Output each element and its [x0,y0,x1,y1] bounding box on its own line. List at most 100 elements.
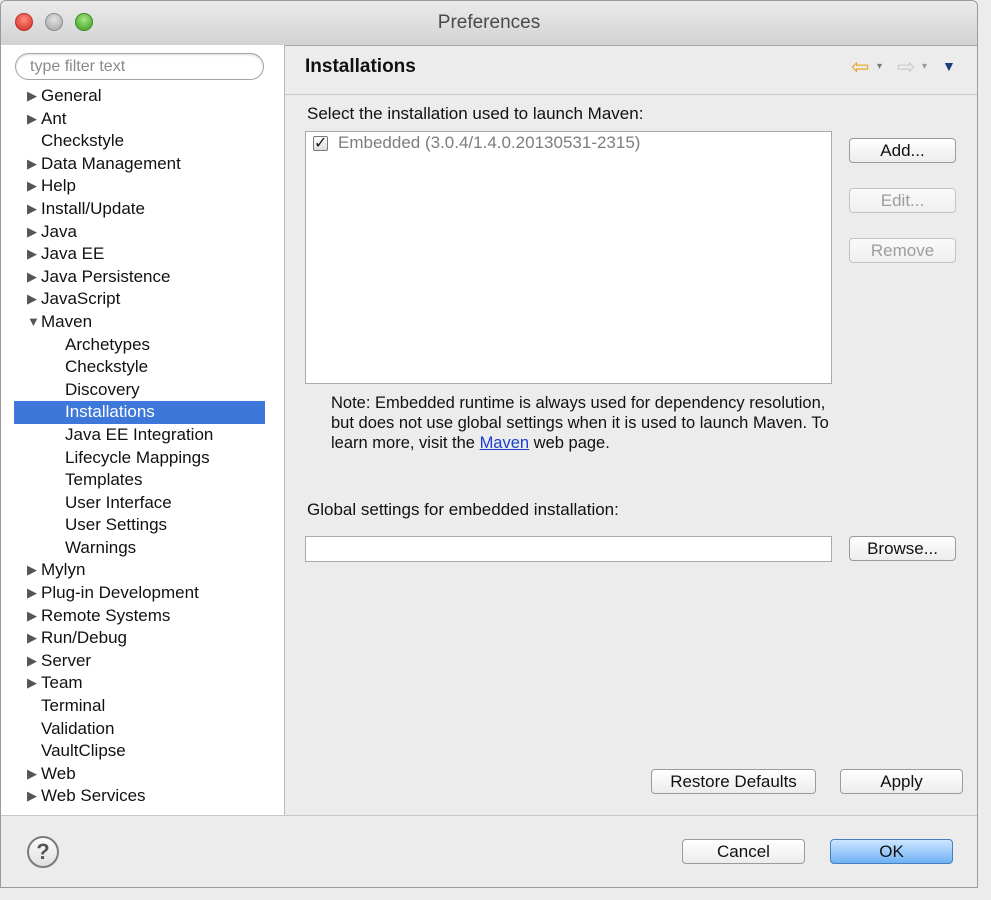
disclosure-collapsed-icon[interactable]: ▶ [27,108,37,130]
tree-item[interactable]: ▶ Web Services [1,785,284,808]
tree-item[interactable]: ▶ Remote Systems [1,605,284,628]
tree-item[interactable]: Checkstyle [1,130,284,153]
restore-defaults-button[interactable]: Restore Defaults [651,769,816,794]
tree-item[interactable]: Templates [1,469,284,492]
disclosure-collapsed-icon[interactable]: ▶ [27,627,37,649]
disclosure-collapsed-icon[interactable]: ▶ [27,582,37,604]
tree-item-label: Server [41,650,92,670]
embedded-installation-checkbox[interactable]: ✓ [313,136,328,152]
tree-item[interactable]: ▶ Run/Debug [1,627,284,650]
tree-item-label: Discovery [65,379,140,399]
tree-item[interactable]: ▶ Web [1,763,284,786]
embedded-installation-item[interactable]: Embedded (3.0.4/1.4.0.20130531-2315) [338,133,640,153]
tree-item[interactable]: ▶ Team [1,672,284,695]
tree-item-label: Help [41,176,76,196]
tree-item-label: Archetypes [65,334,151,354]
window-title: Preferences [437,12,541,33]
global-settings-label: Global settings for embedded installatio… [307,500,619,519]
disclosure-collapsed-icon[interactable]: ▶ [27,559,37,581]
cancel-button[interactable]: Cancel [682,839,805,864]
tree-item[interactable]: Warnings [1,537,284,560]
disclosure-collapsed-icon[interactable]: ▶ [27,175,37,197]
tree-item[interactable]: ▶ Java [1,221,284,244]
tree-item[interactable]: Archetypes [1,334,284,357]
tree-item-label: Web [41,763,76,783]
tree-item-label: Plug-in Development [41,583,199,603]
tree-item[interactable]: ▶ Java EE [1,243,284,266]
installations-list[interactable]: ✓ Embedded (3.0.4/1.4.0.20130531-2315) [305,131,832,384]
disclosure-collapsed-icon[interactable]: ▶ [27,153,37,175]
tree-item-label: Installations [65,402,155,422]
browse-button[interactable]: Browse... [849,536,956,561]
disclosure-collapsed-icon[interactable]: ▶ [27,266,37,288]
tree-item-label: JavaScript [41,289,121,309]
tree-item-label: Java EE Integration [65,424,214,444]
tree-item[interactable]: Terminal [1,695,284,718]
tree-item[interactable]: Validation [1,718,284,741]
footer-divider [1,815,977,816]
tree-item-label: Install/Update [41,198,145,218]
tree-item-label: VaultClipse [41,741,126,761]
tree-item-label: Terminal [41,696,106,716]
tree-item[interactable]: ▶ General [1,85,284,108]
preferences-tree-panel: type filter text ▶ General ▶ Ant Checkstyle ▶… [1,45,285,815]
tree-item-label: Team [41,673,83,693]
disclosure-collapsed-icon[interactable]: ▶ [27,605,37,627]
maven-link[interactable]: Maven [480,434,530,452]
tree-item[interactable]: ▶ Help [1,175,284,198]
help-icon[interactable]: ? [27,836,59,868]
tree-item[interactable]: ▶ Java Persistence [1,266,284,289]
page-title: Installations [305,56,416,77]
tree-item[interactable]: Java EE Integration [1,424,284,447]
tree-item-label: Remote Systems [41,605,171,625]
ok-button[interactable]: OK [830,839,953,864]
tree-item-label: Lifecycle Mappings [65,447,210,467]
tree-item-label: Run/Debug [41,628,128,648]
select-installation-label: Select the installation used to launch M… [307,104,644,123]
tree-item-label: Checkstyle [65,357,149,377]
tree-item-label: Web Services [41,786,146,806]
tree-item[interactable]: Discovery [1,379,284,402]
disclosure-collapsed-icon[interactable]: ▶ [27,243,37,265]
disclosure-collapsed-icon[interactable]: ▶ [27,672,37,694]
disclosure-collapsed-icon[interactable]: ▶ [27,288,37,310]
disclosure-collapsed-icon[interactable]: ▶ [27,85,37,107]
forward-history-dropdown-icon[interactable]: ▾ [922,61,927,72]
preference-page: Installations ⇦ ▾ ⇨ ▾ ▼ Select the insta… [285,45,977,815]
disclosure-collapsed-icon[interactable]: ▶ [27,198,37,220]
edit-button[interactable]: Edit... [849,188,956,213]
apply-button[interactable]: Apply [840,769,963,794]
tree-item[interactable]: ▶ Install/Update [1,198,284,221]
tree-item[interactable]: Lifecycle Mappings [1,447,284,470]
view-menu-icon[interactable]: ▼ [942,58,956,74]
forward-arrow-icon[interactable]: ⇨ [897,54,915,80]
disclosure-expanded-icon[interactable]: ▼ [27,311,40,333]
tree-item-label: User Settings [65,515,168,535]
disclosure-collapsed-icon[interactable]: ▶ [27,785,37,807]
tree-item[interactable]: ▶ Server [1,650,284,673]
tree-item-label: Ant [41,108,67,128]
back-history-dropdown-icon[interactable]: ▾ [877,61,882,72]
tree-item[interactable]: ▶ Ant [1,108,284,131]
back-arrow-icon[interactable]: ⇦ [851,54,869,80]
disclosure-collapsed-icon[interactable]: ▶ [27,650,37,672]
tree-item-label: Templates [65,470,143,490]
global-settings-field[interactable] [305,536,832,562]
tree-item[interactable]: ▶ Data Management [1,153,284,176]
tree-item[interactable]: Installations [14,401,265,424]
remove-button[interactable]: Remove [849,238,956,263]
tree-item-label: Maven [41,311,93,331]
filter-input[interactable]: type filter text [15,53,264,80]
tree-item[interactable]: User Settings [1,514,284,537]
tree-item[interactable]: ▶ Mylyn [1,559,284,582]
disclosure-collapsed-icon[interactable]: ▶ [27,221,37,243]
tree-item-label: Mylyn [41,560,86,580]
add-button[interactable]: Add... [849,138,956,163]
tree-item[interactable]: ▼ Maven [1,311,284,334]
tree-item[interactable]: Checkstyle [1,356,284,379]
tree-item[interactable]: ▶ Plug-in Development [1,582,284,605]
disclosure-collapsed-icon[interactable]: ▶ [27,763,37,785]
tree-item[interactable]: VaultClipse [1,740,284,763]
tree-item[interactable]: ▶ JavaScript [1,288,284,311]
tree-item[interactable]: User Interface [1,492,284,515]
